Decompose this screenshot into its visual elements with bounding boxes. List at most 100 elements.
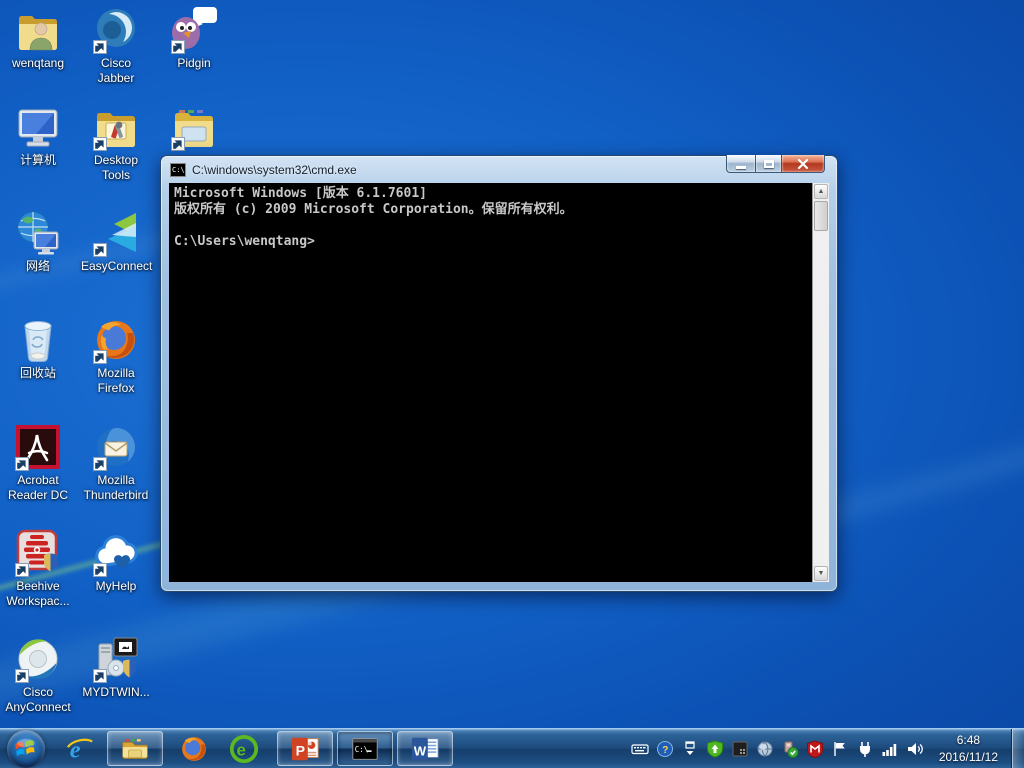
shortcut-arrow-icon [171,137,185,151]
shortcut-arrow-icon [93,40,107,54]
user-folder-icon [14,6,62,54]
cmd-title-bar[interactable]: C:\ C:\windows\system32\cmd.exe [161,155,837,183]
tools-folder-icon [92,103,140,151]
taskbar-clock[interactable]: 6:48 2016/11/12 [939,732,998,764]
console-line: 版权所有 (c) 2009 Microsoft Corporation。保留所有… [174,202,573,217]
desktop-icon-beehive[interactable]: Beehive Workspac... [3,529,73,610]
desktop-icon-pidgin[interactable]: Pidgin [159,6,229,71]
icon-label: Mozilla Firefox [97,366,135,396]
desktop-icon-anyconnect[interactable]: Cisco AnyConnect [3,635,73,716]
security-shield-icon[interactable] [706,739,724,758]
scroll-thumb[interactable] [814,201,828,231]
cmd-icon: C:\ [352,737,378,760]
taskbar-word[interactable]: W [397,731,453,766]
desktop-icon-network[interactable]: 网络 [3,209,73,274]
shortcut-arrow-icon [93,563,107,577]
cmd-window[interactable]: C:\ C:\windows\system32\cmd.exe Microsof… [160,155,838,592]
window-controls [726,155,825,173]
action-center-flag-icon[interactable] [831,740,849,758]
taskbar-360-browser[interactable]: e [225,730,263,768]
network-icon [14,209,62,257]
shortcut-arrow-icon [15,563,29,577]
svg-text:?: ? [662,745,668,756]
myhelp-cloud-icon [92,529,140,577]
icon-label: Pidgin [177,56,211,70]
windows-logo-icon [15,738,35,756]
desktop-icon-folder[interactable] [159,103,229,151]
minimize-button[interactable] [726,155,755,173]
desktop[interactable]: wenqtang Cisco Jabber Pidgin 计算机 Desktop… [0,0,1024,768]
console-text: Microsoft Windows [版本 6.1.7601] 版权所有 (c)… [174,186,807,250]
cmd-title-icon: C:\ [170,162,186,177]
desktop-icon-mydtwin[interactable]: MYDTWIN... [81,635,151,700]
desktop-icon-myhelp[interactable]: MyHelp [81,529,151,594]
close-button[interactable] [782,155,825,173]
desktop-icon-cisco-jabber[interactable]: Cisco Jabber [81,6,151,87]
system-tray: ? 6:48 2016/11/12 [631,728,1024,768]
icon-label: 计算机 [19,153,56,167]
scroll-up-button[interactable]: ▲ [814,184,828,199]
folder-icon [170,103,218,151]
desktop-icon-easyconnect[interactable]: EasyConnect [81,209,153,274]
shortcut-arrow-icon [171,40,185,54]
app-square-icon[interactable] [731,740,749,758]
cisco-jabber-icon [92,6,140,54]
power-plug-icon[interactable] [856,740,874,758]
taskbar-explorer[interactable] [107,731,163,766]
shortcut-arrow-icon [93,457,107,471]
usb-device-icon[interactable] [781,740,799,758]
desktop-icon-desktop-tools[interactable]: Desktop Tools [81,103,151,184]
icon-label: EasyConnect [81,259,153,273]
input-method-keyboard-icon[interactable] [631,740,649,758]
word-icon: W [411,737,439,760]
shortcut-arrow-icon [93,669,107,683]
taskbar-cmd[interactable]: C:\ [337,731,393,766]
desktop-icon-acrobat[interactable]: Acrobat Reader DC [3,423,73,504]
svg-text:W: W [414,743,427,758]
icon-label: Cisco Jabber [97,56,135,86]
network-signal-icon[interactable] [881,740,899,758]
firefox-icon [182,736,206,761]
start-button[interactable] [7,729,45,768]
desktop-icon-firefox[interactable]: Mozilla Firefox [81,316,151,397]
clock-time: 6:48 [956,733,981,748]
help-icon[interactable]: ? [656,740,674,758]
volume-icon[interactable] [906,740,924,758]
icon-label: Mozilla Thunderbird [83,473,149,503]
anyconnect-icon [14,635,62,683]
taskbar-firefox[interactable] [175,730,213,768]
icon-label: 回收站 [19,366,56,380]
shortcut-arrow-icon [93,350,107,364]
shortcut-arrow-icon [15,457,29,471]
icon-label: 网络 [25,259,50,273]
svg-text:e: e [237,740,246,759]
desktop-icon-thunderbird[interactable]: Mozilla Thunderbird [81,423,151,504]
taskbar: e e P C:\ W ? 6:48 2016/11/12 [0,728,1024,768]
maximize-button[interactable] [755,155,782,173]
scroll-down-button[interactable]: ▼ [814,566,828,581]
shortcut-arrow-icon [15,669,29,683]
360-browser-icon: e [229,734,259,763]
firefox-icon [92,316,140,364]
desktop-icon-computer[interactable]: 计算机 [3,103,73,168]
clock-date: 2016/11/12 [938,749,998,764]
desktop-icon-wenqtang[interactable]: wenqtang [3,6,73,71]
console-area[interactable]: Microsoft Windows [版本 6.1.7601] 版权所有 (c)… [169,183,829,582]
desktop-icon-recycle-bin[interactable]: 回收站 [3,316,73,381]
icon-label: Cisco AnyConnect [5,685,71,715]
explorer-folder-icon [122,738,148,759]
icon-label: Beehive Workspac... [6,579,70,609]
taskbar-ie[interactable]: e [61,730,99,768]
taskbar-powerpoint[interactable]: P [277,731,333,766]
console-scrollbar[interactable]: ▲ ▼ [812,183,829,582]
console-line: Microsoft Windows [版本 6.1.7601] [174,186,427,201]
powerpoint-icon: P [291,737,319,760]
mcafee-icon[interactable] [806,739,824,758]
svg-text:P: P [296,742,305,758]
minimize-icon [736,165,746,169]
easyconnect-icon [92,209,140,257]
show-hidden-icons-button[interactable] [681,740,699,758]
network-globe-icon[interactable] [756,740,774,758]
show-desktop-button[interactable] [1011,728,1024,768]
